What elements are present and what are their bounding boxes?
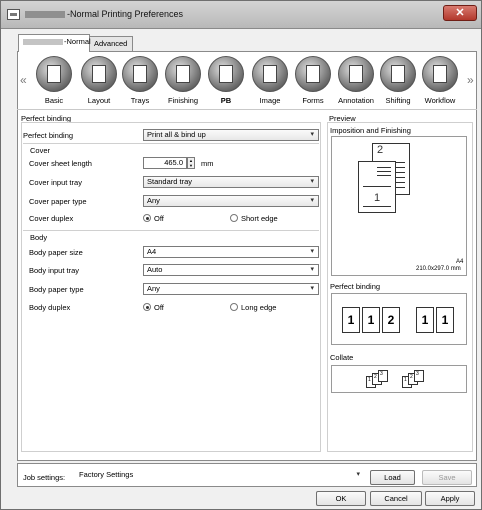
body-paper-type-label: Body paper type: [29, 285, 84, 294]
perfect-binding-icon: [208, 56, 244, 92]
perfect-binding-book-5: 1: [436, 307, 454, 333]
toolbar-image-button[interactable]: [247, 56, 293, 92]
perfect-binding-book-2: 1: [362, 307, 380, 333]
toolbar-basic-button[interactable]: [31, 56, 77, 92]
collate-sheet-3a: 3: [378, 370, 388, 382]
collate-sheet-3b: 3: [414, 370, 424, 382]
cover-duplex-off-label: Off: [154, 214, 164, 223]
toolbar-finishing-label: Finishing: [167, 96, 198, 105]
tab-normal[interactable]: -Normal: [18, 34, 91, 52]
tab-advanced[interactable]: Advanced: [89, 36, 133, 51]
printing-preferences-window: -Normal Printing Preferences ✕ -Normal A…: [0, 0, 482, 510]
body-group-divider: [23, 230, 319, 231]
toolbar-shifting-label: Shifting: [385, 96, 411, 105]
body-paper-size-label: Body paper size: [29, 248, 83, 257]
tab-normal-label: -Normal: [64, 37, 91, 46]
toolbar-divider: [17, 109, 477, 110]
load-button[interactable]: Load: [370, 470, 415, 485]
body-paper-size-select[interactable]: A4: [143, 246, 319, 258]
scroll-left-button[interactable]: «: [20, 73, 27, 87]
body-paper-type-select[interactable]: Any: [143, 283, 319, 295]
imposition-title: Imposition and Finishing: [330, 126, 411, 135]
toolbar-forms-button[interactable]: [290, 56, 336, 92]
perfect-binding-book-4: 1: [416, 307, 434, 333]
cover-input-tray-label: Cover input tray: [29, 178, 82, 187]
forms-icon: [295, 56, 331, 92]
toolbar-trays-button[interactable]: [117, 56, 163, 92]
job-settings-label: Job settings:: [23, 473, 66, 482]
cover-duplex-off-radio[interactable]: [143, 214, 151, 222]
toolbar-shifting-button[interactable]: [375, 56, 421, 92]
workflow-icon: [422, 56, 458, 92]
cover-sheet-length-input[interactable]: 465.0: [143, 157, 187, 169]
toolbar-forms-label: Forms: [302, 96, 324, 105]
cover-duplex-label: Cover duplex: [29, 214, 74, 223]
cover-group-label: Cover: [30, 146, 51, 155]
scroll-right-button[interactable]: »: [467, 73, 474, 87]
cover-duplex-short-edge-label: Short edge: [241, 214, 278, 223]
title-bar: -Normal Printing Preferences ✕: [1, 1, 481, 29]
body-duplex-label: Body duplex: [29, 303, 71, 312]
tab-advanced-label: Advanced: [94, 39, 128, 48]
apply-button[interactable]: Apply: [425, 491, 475, 506]
trays-icon: [122, 56, 158, 92]
save-button[interactable]: Save: [422, 470, 472, 485]
cover-input-tray-select[interactable]: Standard tray: [143, 176, 319, 188]
toolbar-basic-label: Basic: [44, 96, 64, 105]
perfect-binding-select[interactable]: Print all & bind up: [143, 129, 319, 141]
body-group-label: Body: [30, 233, 48, 242]
redacted-tab-name: [23, 39, 63, 46]
preview-paper-dimensions: 210.0x297.0 mm: [416, 266, 461, 272]
toolbar-workflow-button[interactable]: [417, 56, 463, 92]
cover-duplex-short-edge-radio[interactable]: [230, 214, 238, 222]
toolbar-layout-button[interactable]: [76, 56, 122, 92]
cover-sheet-length-unit: mm: [201, 159, 214, 168]
cover-sheet-length-label: Cover sheet length: [29, 159, 92, 168]
perfect-binding-preview-title: Perfect binding: [330, 282, 381, 291]
annotation-icon: [338, 56, 374, 92]
cover-sheet-length-stepper[interactable]: ▲ ▼: [187, 157, 195, 169]
collate-preview: 1 2 3 1 2 3: [331, 365, 467, 393]
ok-button[interactable]: OK: [316, 491, 366, 506]
body-duplex-long-edge-radio[interactable]: [230, 303, 238, 311]
perfect-binding-book-3: 2: [382, 307, 400, 333]
redacted-printer-name: [25, 11, 65, 18]
toolbar-layout-label: Layout: [87, 96, 111, 105]
toolbar-pb-button[interactable]: [203, 56, 249, 92]
job-settings-select[interactable]: Factory Settings: [76, 470, 364, 482]
cover-paper-type-select[interactable]: Any: [143, 195, 319, 207]
cover-group-divider: [23, 143, 319, 144]
preview-paper-size: A4: [456, 259, 464, 265]
cover-paper-type-label: Cover paper type: [29, 197, 87, 206]
toolbar-workflow-label: Workflow: [424, 96, 456, 105]
image-icon: [252, 56, 288, 92]
imposition-preview: 2 1 A4 210.0x297.0 mm: [331, 136, 467, 276]
toolbar-annotation-label: Annotation: [338, 96, 374, 105]
toolbar-annotation-button[interactable]: [333, 56, 379, 92]
body-duplex-off-label: Off: [154, 303, 164, 312]
preview-page-2-number: 2: [377, 144, 384, 156]
body-duplex-off-radio[interactable]: [143, 303, 151, 311]
preview-page-1-number: 1: [374, 192, 381, 204]
close-button[interactable]: ✕: [443, 5, 477, 21]
layout-icon: [81, 56, 117, 92]
finishing-icon: [165, 56, 201, 92]
printer-icon: [7, 9, 20, 20]
perfect-binding-label: Perfect binding: [23, 131, 74, 140]
perfect-binding-book-1: 1: [342, 307, 360, 333]
toolbar-image-label: Image: [259, 96, 281, 105]
shifting-icon: [380, 56, 416, 92]
collate-preview-title: Collate: [330, 353, 354, 362]
body-duplex-long-edge-label: Long edge: [241, 303, 277, 312]
perfect-binding-preview: 1 1 2 1 1: [331, 293, 467, 345]
basic-icon: [36, 56, 72, 92]
body-input-tray-select[interactable]: Auto: [143, 264, 319, 276]
toolbar-trays-label: Trays: [130, 96, 150, 105]
toolbar-finishing-button[interactable]: [160, 56, 206, 92]
cancel-button[interactable]: Cancel: [370, 491, 422, 506]
toolbar-pb-label: PB: [220, 96, 232, 105]
body-input-tray-label: Body input tray: [29, 266, 80, 275]
window-title: -Normal Printing Preferences: [67, 9, 184, 19]
preview-page-front: 1: [358, 161, 396, 213]
